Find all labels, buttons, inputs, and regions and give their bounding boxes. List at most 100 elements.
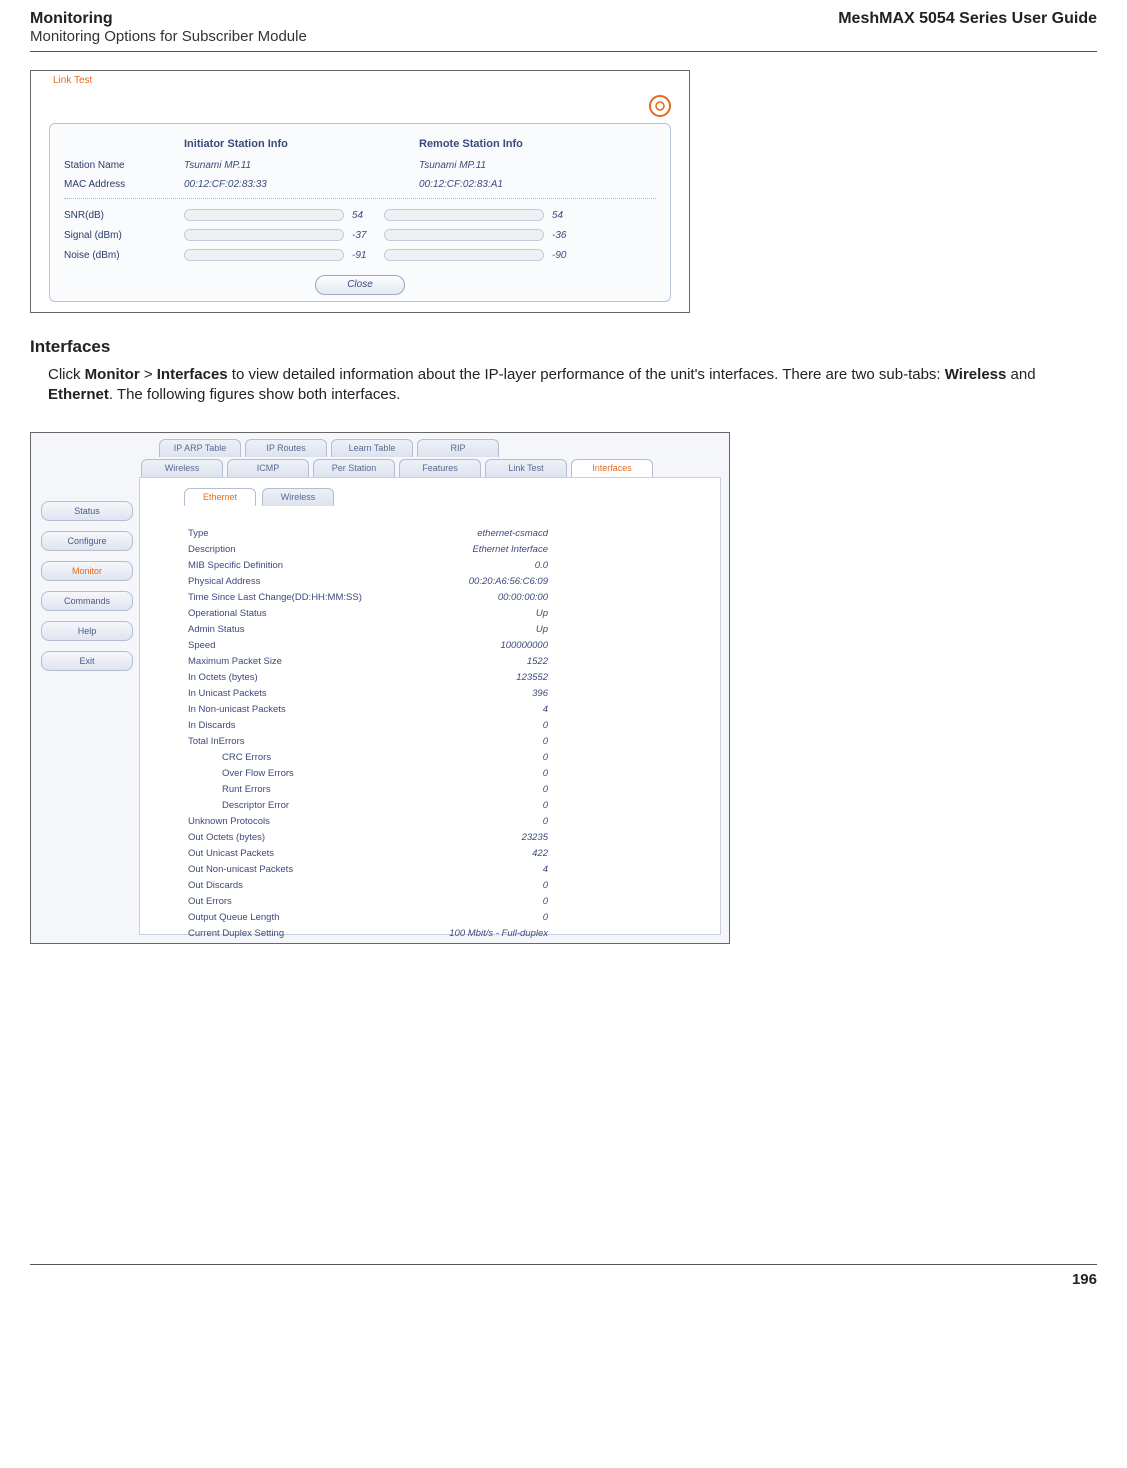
text-monitor: Monitor [85,366,140,383]
row-key: Over Flow Errors [188,768,398,779]
text: to view detailed information about the I… [228,366,945,383]
tab-link-test[interactable]: Link Test [485,459,567,477]
mac-remote: 00:12:CF:02:83:A1 [419,179,654,190]
snr-init: 54 [352,210,376,221]
table-row: Out Errors0 [188,894,548,910]
signal-label: Signal (dBm) [64,230,184,241]
subtab-wireless[interactable]: Wireless [262,488,334,506]
table-row: Speed100000000 [188,638,548,654]
row-key: MIB Specific Definition [188,560,398,571]
nav-status[interactable]: Status [41,501,133,521]
row-key: Operational Status [188,608,398,619]
tab-features[interactable]: Features [399,459,481,477]
row-key: Out Discards [188,880,398,891]
row-key: Output Queue Length [188,912,398,923]
nav-help[interactable]: Help [41,621,133,641]
noise-init: -91 [352,250,376,261]
nav-commands[interactable]: Commands [41,591,133,611]
row-value: 0 [398,816,548,827]
row-key: Descriptor Error [188,800,398,811]
row-value: 0 [398,752,548,763]
row-key: Description [188,544,398,555]
table-row: In Unicast Packets396 [188,686,548,702]
content-area: Ethernet Wireless Typeethernet-csmacdDes… [139,477,721,935]
tab-wireless[interactable]: Wireless [141,459,223,477]
row-value: 0.0 [398,560,548,571]
row-value: 0 [398,896,548,907]
tab-row-mid: Wireless ICMP Per Station Features Link … [141,459,653,477]
table-row: In Non-unicast Packets4 [188,702,548,718]
table-row: Out Unicast Packets422 [188,846,548,862]
row-value: 23235 [398,832,548,843]
row-value: 100 Mbit/s - Full-duplex [398,928,548,939]
nav-exit[interactable]: Exit [41,651,133,671]
col-initiator: Initiator Station Info [184,138,419,150]
row-value: 0 [398,736,548,747]
station-name-init: Tsunami MP.11 [184,160,419,171]
table-row: Typeethernet-csmacd [188,526,548,542]
station-name-remote: Tsunami MP.11 [419,160,654,171]
table-row: Operational StatusUp [188,606,548,622]
row-value: 0 [398,768,548,779]
text: > [140,366,157,383]
table-row: Time Since Last Change(DD:HH:MM:SS)00:00… [188,590,548,606]
table-row: Output Queue Length0 [188,910,548,926]
row-key: Runt Errors [188,784,398,795]
col-remote: Remote Station Info [419,138,654,150]
row-key: Out Errors [188,896,398,907]
signal-remote: -36 [552,230,576,241]
header-subtitle: Monitoring Options for Subscriber Module [30,28,307,45]
row-value: 00:00:00:00 [398,592,548,603]
row-key: Total InErrors [188,736,398,747]
figure-interfaces-ethernet: Status Configure Monitor Commands Help E… [30,432,730,944]
header-left: Monitoring Monitoring Options for Subscr… [30,10,307,45]
snr-remote: 54 [552,210,576,221]
row-value: Up [398,624,548,635]
text-ethernet: Ethernet [48,386,109,403]
row-value: 0 [398,800,548,811]
row-value: 422 [398,848,548,859]
nav-monitor[interactable]: Monitor [41,561,133,581]
row-value: Ethernet Interface [398,544,548,555]
alert-icon[interactable] [649,95,671,117]
table-row: Out Discards0 [188,878,548,894]
nav-configure[interactable]: Configure [41,531,133,551]
tab-interfaces[interactable]: Interfaces [571,459,653,477]
row-key: CRC Errors [188,752,398,763]
tab-per-station[interactable]: Per Station [313,459,395,477]
page-header: Monitoring Monitoring Options for Subscr… [30,10,1097,52]
noise-remote: -90 [552,250,576,261]
row-key: Out Non-unicast Packets [188,864,398,875]
text: Click [48,366,85,383]
link-test-title: Link Test [31,71,689,89]
noise-label: Noise (dBm) [64,250,184,261]
page-number: 196 [1072,1271,1097,1288]
section-heading-interfaces: Interfaces [30,337,1097,357]
signal-init: -37 [352,230,376,241]
row-value: 0 [398,880,548,891]
tab-icmp[interactable]: ICMP [227,459,309,477]
table-row: DescriptionEthernet Interface [188,542,548,558]
link-test-panel: Initiator Station Info Remote Station In… [49,123,671,302]
row-key: Out Unicast Packets [188,848,398,859]
mac-init: 00:12:CF:02:83:33 [184,179,419,190]
row-value: 4 [398,704,548,715]
row-key: Out Octets (bytes) [188,832,398,843]
close-button[interactable]: Close [315,275,405,295]
row-value: 0 [398,784,548,795]
tab-rip[interactable]: RIP [417,439,499,457]
text: and [1006,366,1035,383]
tab-learn-table[interactable]: Learn Table [331,439,413,457]
table-row: Descriptor Error0 [188,798,548,814]
table-row: Maximum Packet Size1522 [188,654,548,670]
tab-ip-routes[interactable]: IP Routes [245,439,327,457]
row-value: 100000000 [398,640,548,651]
subtab-ethernet[interactable]: Ethernet [184,488,256,506]
table-row: Total InErrors0 [188,734,548,750]
row-value: 4 [398,864,548,875]
text: . The following figures show both interf… [109,386,401,403]
table-row: Over Flow Errors0 [188,766,548,782]
row-key: Physical Address [188,576,398,587]
row-value: ethernet-csmacd [398,528,548,539]
tab-ip-arp-table[interactable]: IP ARP Table [159,439,241,457]
